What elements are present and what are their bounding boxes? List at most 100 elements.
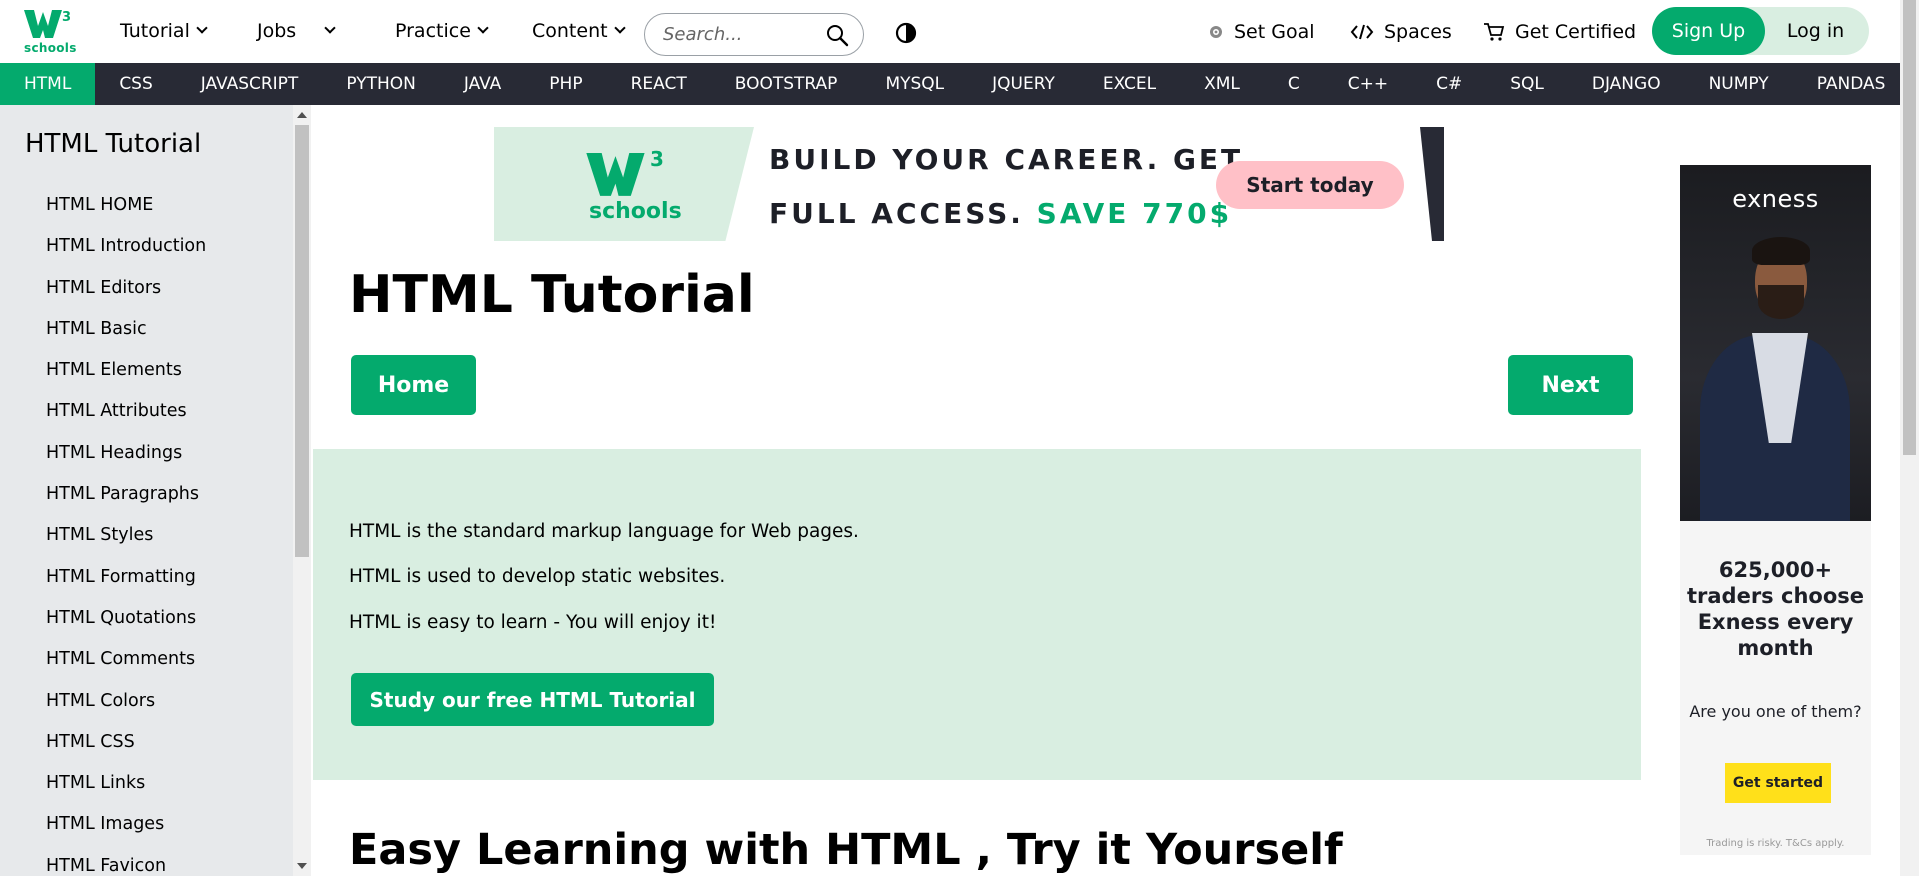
scroll-down-icon[interactable] (297, 863, 307, 869)
subject-tab-cplusplus[interactable]: C++ (1324, 63, 1412, 105)
subject-tab-c[interactable]: C (1264, 63, 1324, 105)
logo-superscript: 3 (62, 10, 72, 25)
next-button[interactable]: Next (1508, 355, 1633, 415)
sidebar-item[interactable]: HTML Paragraphs (46, 474, 206, 515)
menu-practice-label: Practice (395, 20, 471, 42)
menu-jobs-label: Jobs (257, 20, 297, 42)
sidebar-title: HTML Tutorial (25, 129, 202, 159)
subject-tab-python[interactable]: PYTHON (322, 63, 440, 105)
menu-tutorial-label: Tutorial (120, 20, 190, 42)
subject-tab-xml[interactable]: XML (1180, 63, 1264, 105)
sidebar-item[interactable]: HTML HOME (46, 185, 206, 226)
home-button[interactable]: Home (351, 355, 476, 415)
subject-tab-sql[interactable]: SQL (1486, 63, 1568, 105)
set-goal-link[interactable]: Set Goal (1208, 21, 1315, 43)
subject-tab-pandas[interactable]: PANDAS (1793, 63, 1910, 105)
subject-tab-java[interactable]: JAVA (440, 63, 525, 105)
intro-text-1: HTML is the standard markup language for… (349, 521, 859, 542)
sidebar-item[interactable]: HTML Images (46, 804, 206, 845)
subject-tab-excel[interactable]: EXCEL (1079, 63, 1180, 105)
sidebar-item[interactable]: HTML Colors (46, 681, 206, 722)
sign-up-button[interactable]: Sign Up (1652, 7, 1765, 55)
get-certified-link[interactable]: Get Certified (1483, 21, 1636, 43)
subject-bar: HTML CSS JAVASCRIPT PYTHON JAVA PHP REACT BOOTS… (0, 63, 1900, 105)
ad-get-started-button[interactable]: Get started (1725, 763, 1831, 803)
promo-banner[interactable]: 3 schools BUILD YOUR CAREER. GET FULL AC… (494, 127, 1444, 241)
sidebar-item[interactable]: HTML Comments (46, 639, 206, 680)
sidebar-item[interactable]: HTML Basic (46, 309, 206, 350)
page-scroll-thumb[interactable] (1903, 0, 1916, 455)
sidebar-item[interactable]: HTML Editors (46, 268, 206, 309)
subject-tab-php[interactable]: PHP (525, 63, 606, 105)
search-input[interactable] (663, 24, 823, 45)
ad-headline: 625,000+ traders choose Exness every mon… (1686, 558, 1864, 660)
logo-text: schools (24, 41, 77, 55)
banner-headline-1: BUILD YOUR CAREER. GET (769, 143, 1244, 176)
ad-person-beard (1758, 285, 1804, 319)
subject-tab-csharp[interactable]: C# (1412, 63, 1486, 105)
chevron-down-icon (613, 22, 626, 34)
menu-practice[interactable]: Practice (395, 20, 489, 42)
subject-tab-javascript[interactable]: JAVASCRIPT (177, 63, 323, 105)
subject-tab-css[interactable]: CSS (95, 63, 176, 105)
subject-tab-bootstrap[interactable]: BOOTSTRAP (711, 63, 862, 105)
sidebar-scroll-thumb[interactable] (295, 125, 309, 557)
banner-save-text: SAVE 770$ (1036, 197, 1233, 230)
spaces-label: Spaces (1384, 21, 1452, 43)
ad-person-hair (1752, 237, 1810, 265)
menu-jobs[interactable]: Jobs (257, 20, 336, 42)
intro-text-3: HTML is easy to learn - You will enjoy i… (349, 612, 717, 633)
spaces-link[interactable]: Spaces (1350, 21, 1452, 43)
advertisement[interactable]: exness 625,000+ traders choose Exness ev… (1680, 165, 1871, 855)
subject-tab-html[interactable]: HTML (0, 63, 96, 105)
intro-box: HTML is the standard markup language for… (313, 449, 1641, 780)
sidebar-item[interactable]: HTML Introduction (46, 226, 206, 267)
ad-brand: exness (1732, 185, 1819, 213)
menu-content-label: Content (532, 20, 608, 42)
ad-disclaimer: Trading is risky. T&Cs apply. (1706, 838, 1845, 849)
search-box (644, 13, 864, 56)
banner-dark-edge (1420, 127, 1444, 241)
banner-logo-text: schools (589, 199, 682, 224)
scroll-up-icon[interactable] (297, 112, 307, 118)
sidebar-item[interactable]: HTML Favicon (46, 846, 206, 876)
banner-headline-2-prefix: FULL ACCESS. (769, 197, 1037, 230)
w3-banner-logo-icon (586, 153, 645, 196)
sidebar-item[interactable]: HTML Links (46, 763, 206, 804)
sidebar-item[interactable]: HTML Attributes (46, 391, 206, 432)
sidebar-item[interactable]: HTML Elements (46, 350, 206, 391)
get-certified-label: Get Certified (1515, 21, 1637, 43)
w3schools-logo[interactable]: 3 schools (24, 8, 77, 58)
w3-logo-icon (24, 10, 62, 38)
ad-photo (1680, 165, 1871, 525)
subject-tab-react[interactable]: REACT (607, 63, 711, 105)
search-icon[interactable] (825, 23, 849, 47)
cart-icon (1484, 23, 1505, 41)
subject-tab-mysql[interactable]: MYSQL (861, 63, 968, 105)
sidebar-item[interactable]: HTML Quotations (46, 598, 206, 639)
sidebar-item[interactable]: HTML CSS (46, 722, 206, 763)
main-content: 3 schools BUILD YOUR CAREER. GET FULL AC… (313, 105, 1641, 876)
chevron-down-icon (477, 22, 489, 34)
sidebar-scrollbar[interactable] (293, 105, 311, 876)
set-goal-label: Set Goal (1234, 21, 1315, 43)
subject-tab-numpy[interactable]: NUMPY (1685, 63, 1793, 105)
banner-logo-superscript: 3 (650, 147, 664, 171)
page-scrollbar[interactable] (1900, 0, 1919, 876)
code-icon (1350, 24, 1374, 40)
chevron-down-icon (196, 22, 208, 34)
section-heading: Easy Learning with HTML , Try it Yoursel… (349, 825, 1343, 875)
page-title: HTML Tutorial (349, 265, 755, 325)
top-navbar: 3 schools Tutorial Jobs Practice Content (0, 0, 1900, 63)
menu-tutorial[interactable]: Tutorial (120, 20, 208, 42)
contrast-toggle-icon[interactable] (895, 22, 917, 44)
start-today-button[interactable]: Start today (1216, 161, 1404, 209)
sidebar-item[interactable]: HTML Headings (46, 433, 206, 474)
sidebar-item[interactable]: HTML Styles (46, 515, 206, 556)
menu-content[interactable]: Content (532, 20, 626, 42)
subject-tab-django[interactable]: DJANGO (1568, 63, 1685, 105)
subject-tab-jquery[interactable]: JQUERY (968, 63, 1079, 105)
banner-headline-2: FULL ACCESS. SAVE 770$ (769, 197, 1232, 230)
sidebar-item[interactable]: HTML Formatting (46, 557, 206, 598)
study-tutorial-button[interactable]: Study our free HTML Tutorial (351, 673, 714, 726)
